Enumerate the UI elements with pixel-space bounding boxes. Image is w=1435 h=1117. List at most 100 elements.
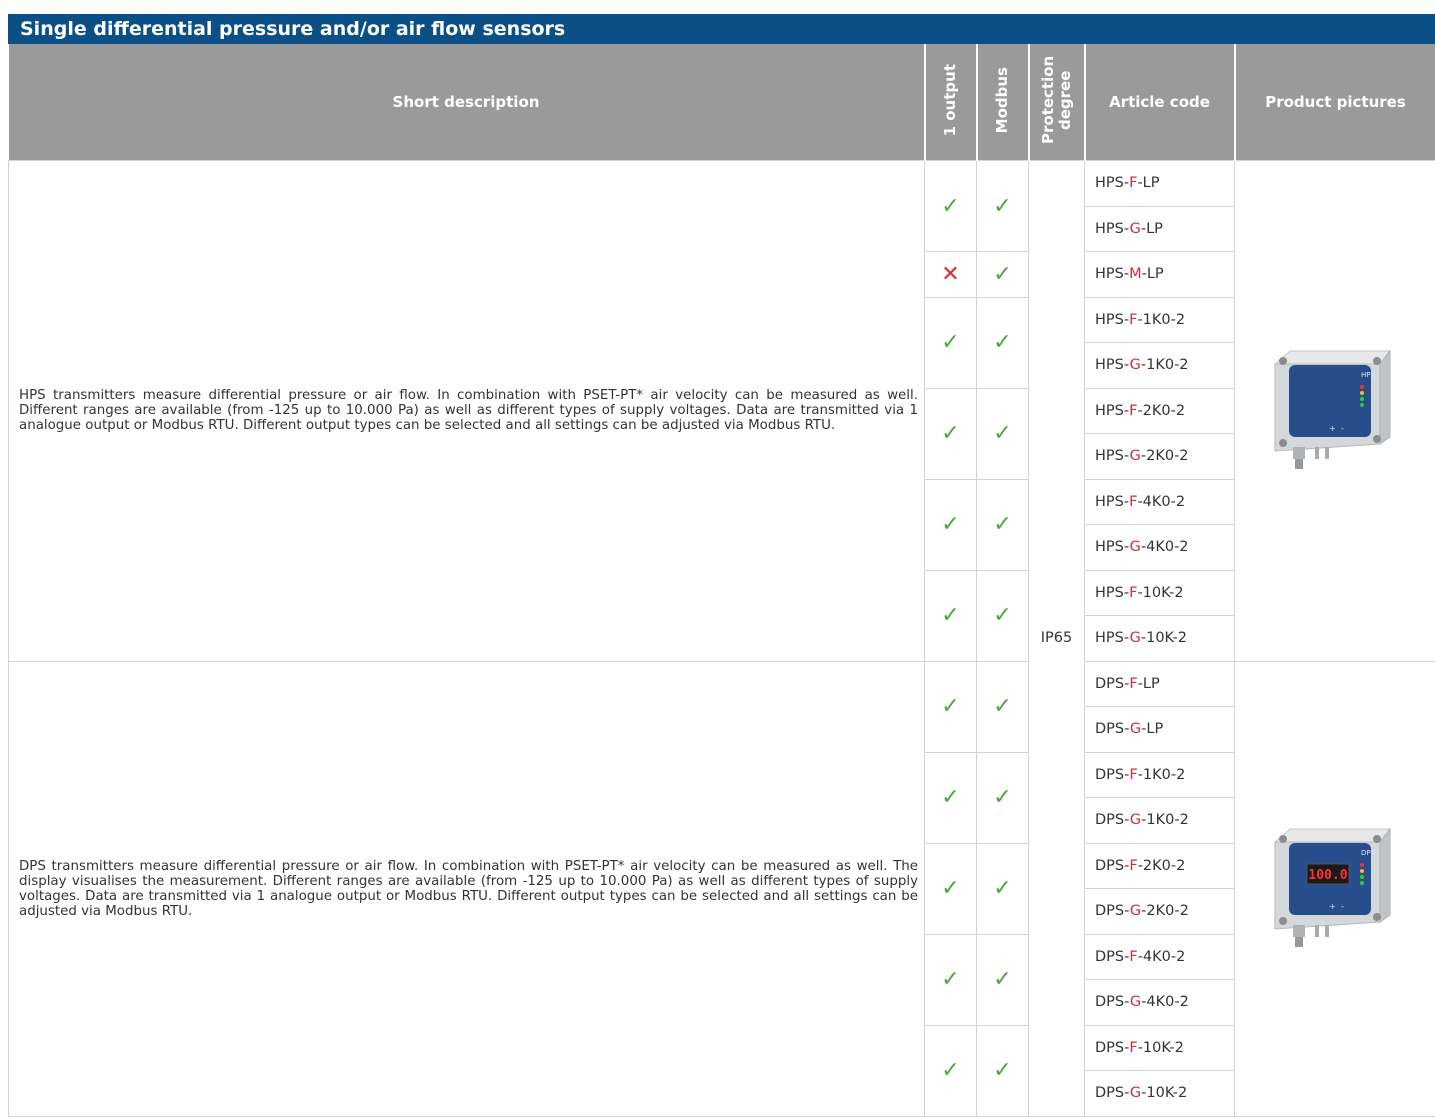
code-prefix: HPS-	[1095, 448, 1130, 464]
code-variant: G	[1130, 221, 1141, 237]
header-row: Short description 1 output Modbus Protec…	[9, 44, 1435, 161]
article-code-cell: DPS-G-10K-2	[1085, 1071, 1235, 1117]
output-cell: ✓	[925, 661, 977, 752]
code-suffix: -4K0-2	[1141, 539, 1189, 555]
code-suffix: -LP	[1141, 721, 1163, 737]
output-cell: ✓	[925, 1025, 977, 1116]
check-icon: ✓	[993, 694, 1011, 719]
check-icon: ✓	[941, 876, 959, 901]
header-modbus: Modbus	[977, 44, 1029, 161]
output-cell: ✓	[925, 843, 977, 934]
hps-device-image: HPS+-	[1265, 339, 1405, 479]
code-suffix: -10K-2	[1141, 630, 1187, 646]
output-cell: ✓	[925, 297, 977, 388]
check-icon: ✓	[941, 421, 959, 446]
article-code-cell: HPS-F-1K0-2	[1085, 297, 1235, 343]
output-cell: ✓	[925, 479, 977, 570]
output-cell: ✓	[925, 934, 977, 1025]
code-prefix: DPS-	[1095, 903, 1130, 919]
article-code-cell: HPS-G-1K0-2	[1085, 343, 1235, 389]
code-variant: F	[1129, 858, 1137, 874]
check-icon: ✓	[993, 785, 1011, 810]
code-variant: G	[1130, 539, 1141, 555]
article-code-cell: HPS-G-2K0-2	[1085, 434, 1235, 480]
modbus-cell: ✓	[977, 843, 1029, 934]
code-prefix: HPS-	[1095, 221, 1130, 237]
code-prefix: DPS-	[1095, 676, 1129, 692]
modbus-cell: ✓	[977, 252, 1029, 298]
code-prefix: HPS-	[1095, 539, 1130, 555]
code-prefix: HPS-	[1095, 630, 1130, 646]
code-variant: F	[1129, 949, 1137, 965]
code-suffix: -2K0-2	[1138, 858, 1186, 874]
article-code-cell: HPS-F-LP	[1085, 161, 1235, 207]
code-prefix: DPS-	[1095, 994, 1130, 1010]
modbus-cell: ✓	[977, 1025, 1029, 1116]
code-suffix: -10K-2	[1141, 1085, 1187, 1101]
code-variant: F	[1129, 767, 1137, 783]
device-label: DPS	[1361, 849, 1376, 857]
check-icon: ✓	[993, 967, 1011, 992]
code-suffix: -2K0-2	[1141, 448, 1189, 464]
article-code-cell: HPS-F-10K-2	[1085, 570, 1235, 616]
code-suffix: -LP	[1138, 676, 1160, 692]
article-code-cell: DPS-G-4K0-2	[1085, 980, 1235, 1026]
check-icon: ✓	[993, 194, 1011, 219]
protection-degree-cell: IP65	[1029, 161, 1085, 1117]
output-cell: ✓	[925, 388, 977, 479]
article-code-cell: DPS-F-1K0-2	[1085, 752, 1235, 798]
hps-description: HPS transmitters measure differential pr…	[9, 161, 925, 662]
check-icon: ✓	[993, 1058, 1011, 1083]
header-product-pictures: Product pictures	[1235, 44, 1435, 161]
article-code-cell: DPS-G-1K0-2	[1085, 798, 1235, 844]
check-icon: ✓	[993, 876, 1011, 901]
code-prefix: DPS-	[1095, 1085, 1130, 1101]
check-icon: ✓	[941, 694, 959, 719]
article-code-cell: DPS-F-4K0-2	[1085, 934, 1235, 980]
code-variant: G	[1130, 357, 1141, 373]
code-variant: G	[1130, 721, 1141, 737]
table-row: HPS transmitters measure differential pr…	[9, 161, 1435, 207]
check-icon: ✓	[941, 603, 959, 628]
header-protection: Protection degree	[1029, 44, 1085, 161]
article-code-cell: HPS-G-LP	[1085, 206, 1235, 252]
code-suffix: -1K0-2	[1138, 767, 1186, 783]
code-suffix: -10K-2	[1137, 585, 1183, 601]
code-suffix: -10K-2	[1138, 1040, 1184, 1056]
svg-text:100.0: 100.0	[1308, 868, 1347, 883]
article-code-cell: DPS-F-2K0-2	[1085, 843, 1235, 889]
product-table: Short description 1 output Modbus Protec…	[8, 44, 1435, 1117]
output-cell: ✕	[925, 252, 977, 298]
code-suffix: -2K0-2	[1141, 903, 1189, 919]
article-code-cell: DPS-G-2K0-2	[1085, 889, 1235, 935]
code-variant: G	[1130, 630, 1141, 646]
cross-icon: ✕	[941, 262, 959, 287]
code-prefix: DPS-	[1095, 1040, 1129, 1056]
svg-text:-: -	[1341, 902, 1344, 911]
check-icon: ✓	[941, 1058, 959, 1083]
modbus-cell: ✓	[977, 161, 1029, 252]
code-prefix: HPS-	[1095, 585, 1129, 601]
code-prefix: HPS-	[1095, 312, 1129, 328]
modbus-cell: ✓	[977, 388, 1029, 479]
article-code-cell: HPS-F-2K0-2	[1085, 388, 1235, 434]
dps-product-picture: DPS100.0+-	[1235, 661, 1435, 1116]
check-icon: ✓	[941, 967, 959, 992]
svg-text:-: -	[1341, 424, 1344, 433]
svg-text:+: +	[1329, 424, 1336, 433]
code-suffix: -4K0-2	[1138, 949, 1186, 965]
code-variant: F	[1129, 676, 1137, 692]
check-icon: ✓	[993, 262, 1011, 287]
check-icon: ✓	[941, 785, 959, 810]
modbus-cell: ✓	[977, 479, 1029, 570]
code-variant: G	[1130, 903, 1141, 919]
output-cell: ✓	[925, 161, 977, 252]
article-code-cell: HPS-G-10K-2	[1085, 616, 1235, 662]
header-short-description: Short description	[9, 44, 925, 161]
code-prefix: DPS-	[1095, 949, 1129, 965]
code-variant: G	[1130, 812, 1141, 828]
code-suffix: -1K0-2	[1141, 812, 1189, 828]
code-prefix: DPS-	[1095, 721, 1130, 737]
code-suffix: -4K0-2	[1137, 494, 1185, 510]
code-prefix: DPS-	[1095, 812, 1130, 828]
